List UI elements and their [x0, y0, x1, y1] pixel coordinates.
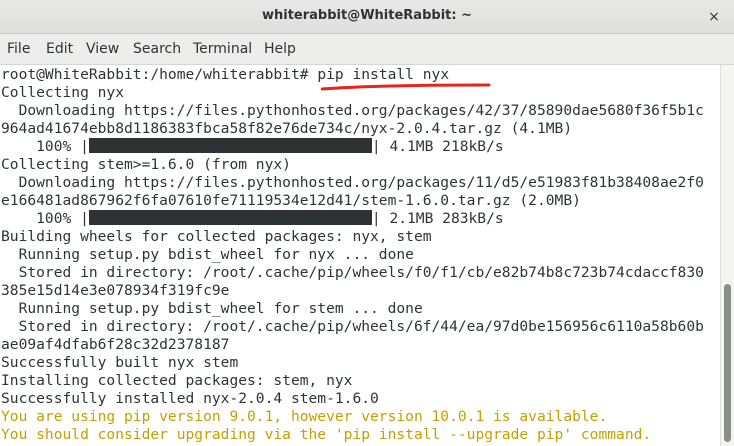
- menu-view[interactable]: View: [86, 41, 119, 57]
- menu-edit[interactable]: Edit: [46, 41, 73, 57]
- output-line: Running setup.py bdist_wheel for stem ..…: [1, 300, 423, 317]
- output-line: Collecting nyx: [1, 84, 125, 101]
- progress-label: 100% |: [1, 138, 89, 155]
- progress-line: 100% | | 2.1MB 283kB/s: [1, 210, 504, 228]
- command: pip install nyx: [317, 66, 450, 83]
- terminal-output[interactable]: root@WhiteRabbit:/home/whiterabbit# pip …: [0, 65, 720, 446]
- output-line: Downloading https://files.pythonhosted.o…: [1, 174, 704, 191]
- menu-terminal[interactable]: Terminal: [193, 41, 252, 57]
- prompt: root@WhiteRabbit:/home/whiterabbit#: [1, 66, 318, 83]
- progress-bar: [88, 138, 372, 153]
- output-line: ae09af4dfab6f28c32d2378187: [1, 336, 230, 353]
- progress-line: 100% | | 4.1MB 218kB/s: [1, 138, 504, 156]
- annotation-stroke: [321, 83, 491, 91]
- terminal-window: whiterabbit@WhiteRabbit: ~ × File Edit V…: [0, 0, 734, 446]
- warning-line: You should consider upgrading via the 'p…: [1, 426, 652, 443]
- output-line: Stored in directory: /root/.cache/pip/wh…: [1, 264, 704, 281]
- red-underline-annotation: [321, 83, 491, 91]
- output-line: 964ad41674ebb8d1186383fbca58f82e76de734c…: [1, 120, 573, 137]
- progress-stats: | 2.1MB 283kB/s: [371, 210, 504, 227]
- output-line: Building wheels for collected packages: …: [1, 228, 432, 245]
- output-line: Collecting stem>=1.6.0 (from nyx): [1, 156, 291, 173]
- vertical-scrollbar[interactable]: [720, 65, 734, 446]
- output-line: Successfully installed nyx-2.0.4 stem-1.…: [1, 390, 379, 407]
- menu-bar: File Edit View Search Terminal Help: [0, 34, 734, 65]
- menu-search[interactable]: Search: [133, 41, 181, 57]
- menu-help[interactable]: Help: [264, 41, 296, 57]
- scrollbar-thumb[interactable]: [724, 284, 731, 442]
- output-line: Running setup.py bdist_wheel for nyx ...…: [1, 246, 414, 263]
- window-title: whiterabbit@WhiteRabbit: ~: [262, 8, 472, 23]
- output-line: Installing collected packages: stem, nyx: [1, 372, 353, 389]
- progress-bar: [88, 210, 372, 225]
- output-line: 385e15d14e3e078934f319fc9e: [1, 282, 230, 299]
- progress-stats: | 4.1MB 218kB/s: [371, 138, 504, 155]
- prompt-line: root@WhiteRabbit:/home/whiterabbit# pip …: [1, 66, 449, 84]
- output-line: Successfully built nyx stem: [1, 354, 239, 371]
- warning-line: You are using pip version 9.0.1, however…: [1, 408, 608, 425]
- close-icon[interactable]: ×: [706, 9, 722, 25]
- title-bar[interactable]: whiterabbit@WhiteRabbit: ~ ×: [0, 0, 734, 34]
- menu-file[interactable]: File: [7, 41, 30, 57]
- output-line: Stored in directory: /root/.cache/pip/wh…: [1, 318, 704, 335]
- output-line: e166481ad867962f6fa07610fe71119534e12d41…: [1, 192, 581, 209]
- output-line: Downloading https://files.pythonhosted.o…: [1, 102, 704, 119]
- progress-label: 100% |: [1, 210, 89, 227]
